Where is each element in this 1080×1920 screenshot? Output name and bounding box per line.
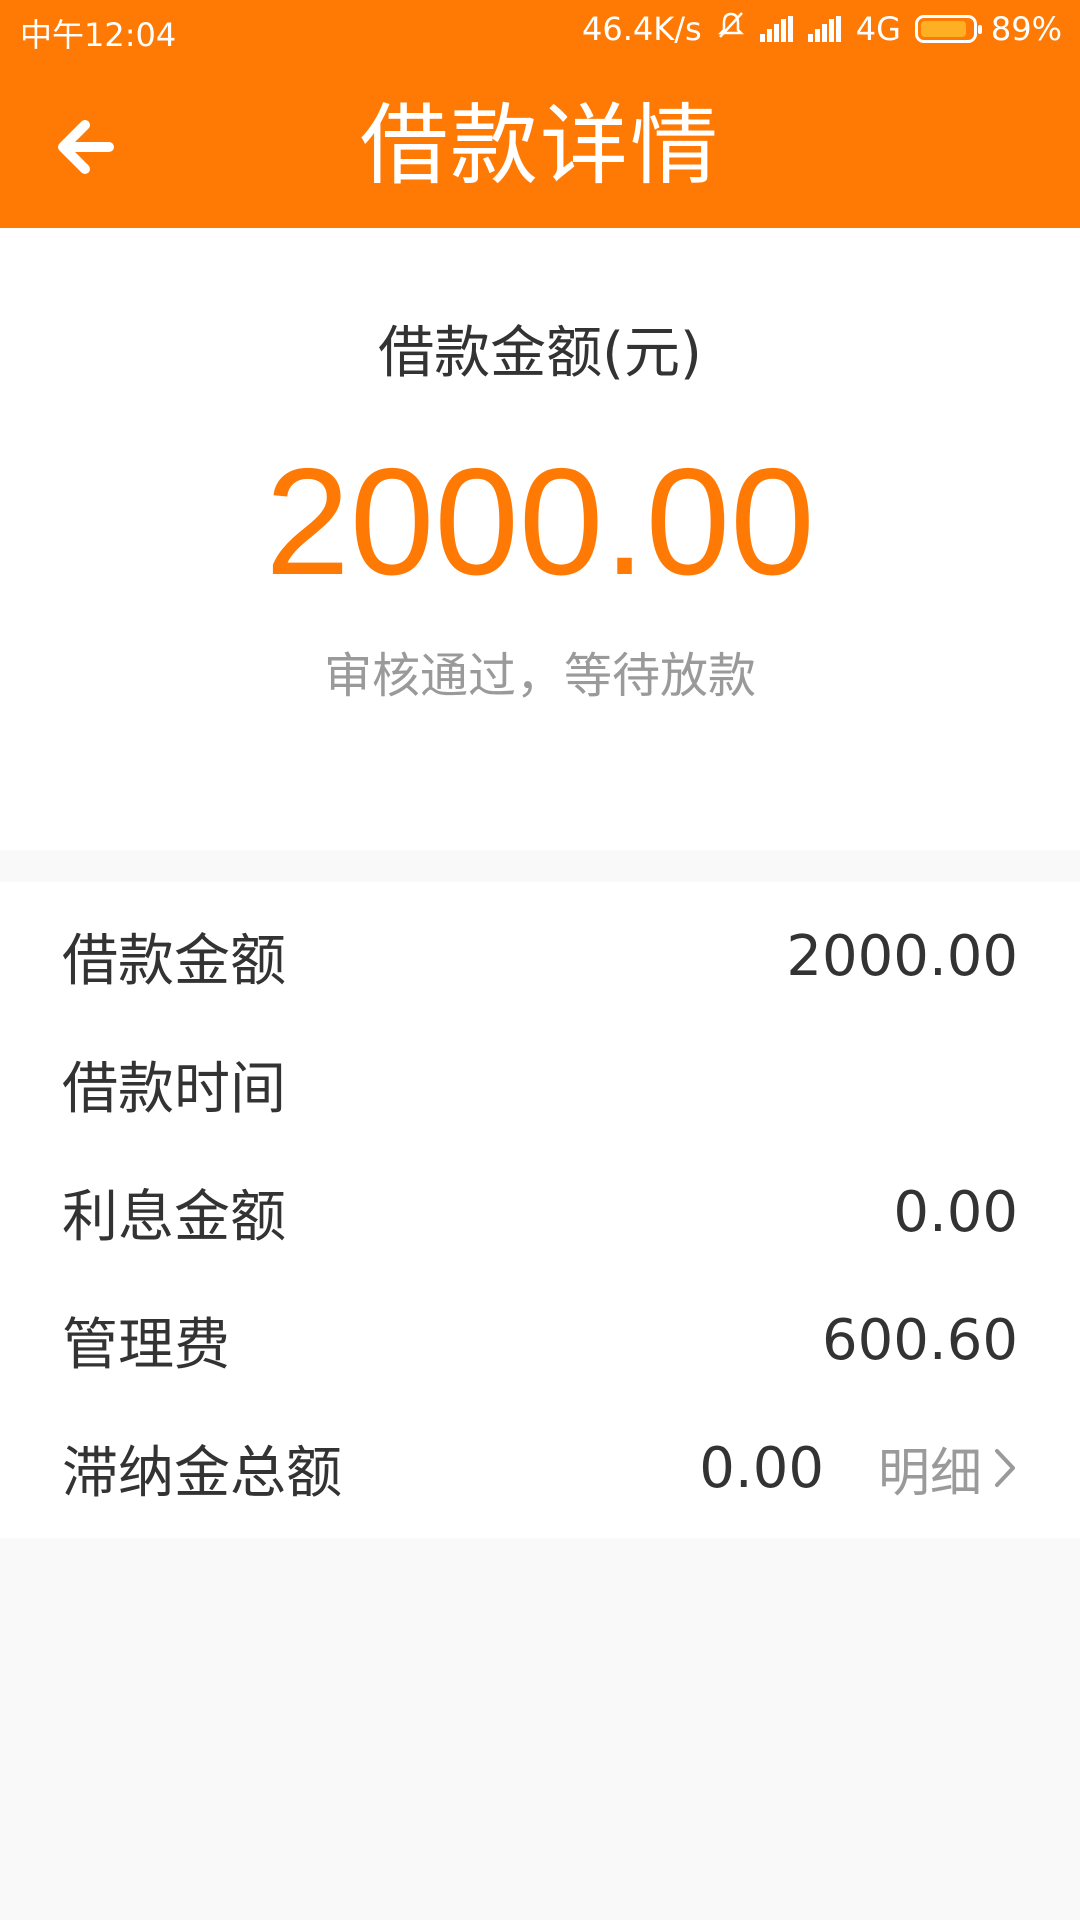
late-fee-right: 0.00 明细 [699,1431,1018,1506]
battery-icon [914,15,982,43]
detail-row-loan-amount: 借款金额 2000.00 [62,902,1018,1010]
battery-percent: 89% [990,10,1062,48]
summary-amount: 2000.00 [265,437,815,607]
row-label: 借款时间 [62,1056,286,1122]
network-type: 4G [855,10,901,48]
row-value: 2000.00 [786,923,1018,989]
app-header: 中午12:04 46.4K/s 4G 89% 借款详情 [0,0,1080,228]
mute-icon [716,10,746,48]
status-bar: 中午12:04 46.4K/s 4G 89% [0,0,1080,60]
page-title: 借款详情 [359,94,720,197]
chevron-right-icon [995,1449,1015,1487]
row-value: 0.00 [893,1179,1018,1245]
loan-status-text: 审核通过，等待放款 [323,648,756,704]
row-label: 借款金额 [62,928,286,994]
row-label: 利息金额 [62,1184,286,1250]
summary-label: 借款金额(元) [378,321,702,386]
signal-icon [807,16,842,42]
row-value: 600.60 [822,1307,1018,1373]
detail-row-management-fee: 管理费 600.60 [62,1286,1018,1394]
late-fee-detail-link[interactable]: 明细 [878,1431,1018,1506]
row-label: 管理费 [62,1312,230,1378]
detail-row-late-fee: 滞纳金总额 0.00 明细 [62,1414,1018,1522]
detail-link-label: 明细 [877,1443,982,1504]
network-speed: 46.4K/s [582,10,702,48]
status-time: 中午12:04 [20,16,177,54]
status-indicators: 46.4K/s 4G 89% [582,10,1062,48]
row-value: 0.00 [699,1435,824,1501]
row-label: 滞纳金总额 [62,1440,342,1506]
signal-icon [759,16,794,42]
detail-row-interest: 利息金额 0.00 [62,1158,1018,1266]
detail-row-loan-time: 借款时间 [62,1030,1018,1138]
loan-summary-card: 借款金额(元) 2000.00 审核通过，等待放款 [0,228,1080,850]
loan-details-list: 借款金额 2000.00 借款时间 利息金额 0.00 管理费 600.60 滞… [0,882,1080,1538]
